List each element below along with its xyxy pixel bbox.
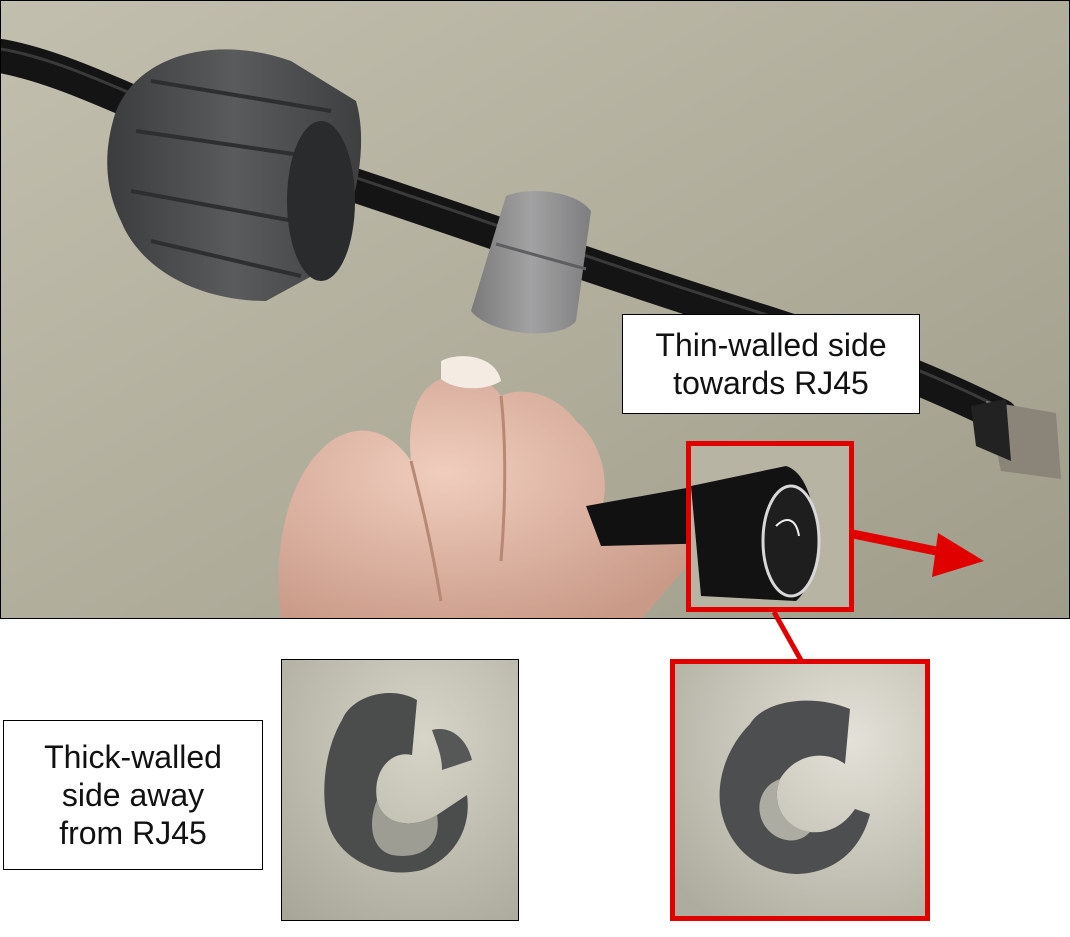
thin-label-line-2: towards RJ45 [673, 365, 869, 401]
thin-wall-seal [675, 664, 925, 916]
inset-thin-wall-photo [686, 441, 854, 612]
thin-label-line-1: Thin-walled side [655, 327, 887, 363]
thin-wall-enlarged-photo [670, 659, 930, 921]
thick-wall-seal [282, 660, 518, 920]
thick-label-line-1: Thick-walled [44, 739, 222, 775]
thick-wall-photo [281, 659, 519, 921]
red-callout-line-icon [771, 610, 805, 664]
thick-label-line-3: from RJ45 [59, 815, 207, 851]
thick-label-line-2: side away [61, 777, 205, 813]
thin-walled-label: Thin-walled side towards RJ45 [622, 314, 920, 414]
red-arrow-right-icon [847, 528, 984, 577]
thin-wall-closeup [691, 446, 849, 607]
thick-walled-label: Thick-walled side away from RJ45 [3, 720, 263, 870]
